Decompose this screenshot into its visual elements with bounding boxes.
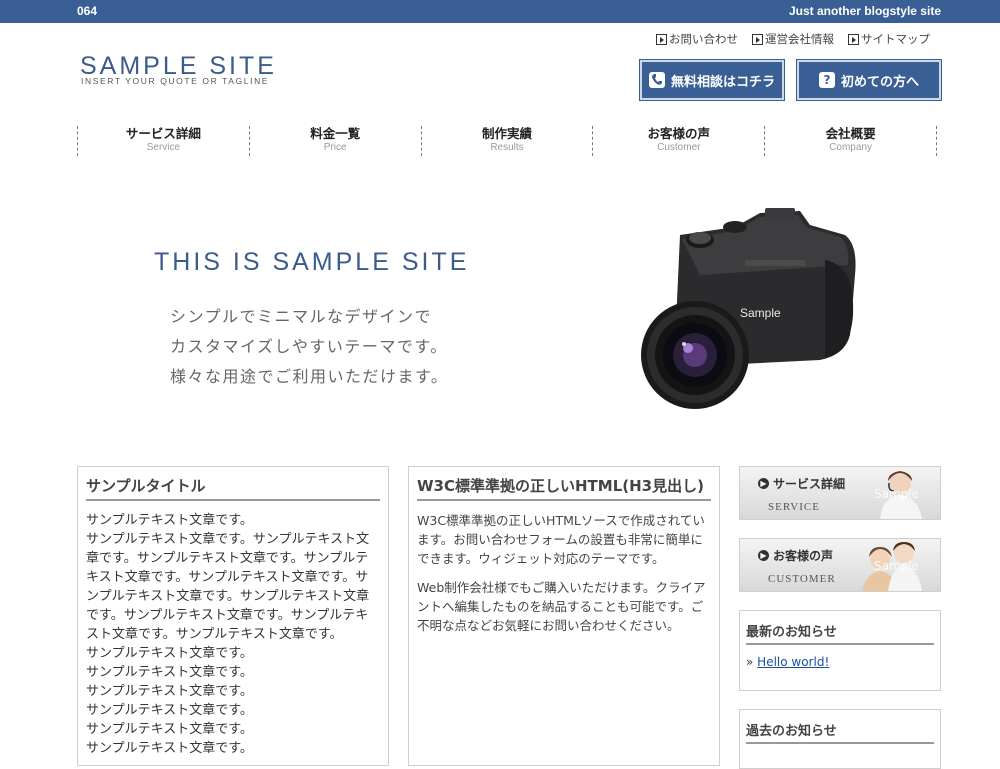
global-nav: サービス詳細 Service 料金一覧 Price 制作実績 Results お… (77, 126, 937, 156)
sample-line: サンプルテキスト文章です。 (86, 665, 253, 680)
w3c-paragraph-2: Web制作会社様でもご購入いただけます。クライアントへ編集したものを納品すること… (417, 580, 706, 633)
camera-image: Sample (641, 208, 856, 409)
camera-watermark: Sample (740, 306, 781, 320)
phone-icon (648, 72, 665, 88)
nav-item-label: 会社概要 (825, 126, 876, 141)
nav-item-price[interactable]: 料金一覧 Price (248, 126, 421, 156)
past-news-box: 過去のお知らせ (739, 709, 941, 769)
sample-line: サンプルテキスト文章です。 (86, 684, 253, 699)
nav-item-label: 料金一覧 (310, 126, 361, 141)
sample-title: サンプルタイトル (86, 475, 380, 501)
first-time-label: 初めての方へ (840, 74, 919, 90)
sample-line: サンプルテキスト文章です。 (86, 722, 253, 737)
contact-link-label: お問い合わせ (669, 32, 738, 46)
sample-line: キスト文章です。サンプルテキスト文章です。サ (86, 570, 369, 585)
service-banner-title: ▶ サービス詳細 (758, 475, 845, 492)
nav-item-label: サービス詳細 (125, 126, 201, 141)
sample-line: サンプルテキスト文章です。 (86, 513, 253, 528)
first-time-button[interactable]: ? 初めての方へ (796, 59, 942, 101)
nav-item-company[interactable]: 会社概要 Company (764, 126, 937, 156)
header-links: お問い合わせ 運営会社情報 サイトマップ (656, 31, 930, 47)
site-logo-tagline: INSERT YOUR QUOTE OR TAGLINE (81, 76, 270, 86)
hero-title: THIS IS SAMPLE SITE (154, 248, 470, 276)
nav-item-sublabel: Results (490, 142, 524, 153)
sample-line: ンプルテキスト文章です。サンプルテキスト文章 (86, 589, 370, 604)
arrow-right-circle-icon: ▶ (758, 550, 769, 561)
sample-body: サンプルテキスト文章です。 サンプルテキスト文章です。サンプルテキスト文 章です… (86, 511, 380, 758)
nav-item-results[interactable]: 制作実績 Results (420, 126, 593, 156)
site-tagline: Just another blogstyle site (788, 4, 941, 18)
nav-item-sublabel: Company (829, 142, 872, 153)
customer-banner-sub: CUSTOMER (768, 573, 836, 585)
w3c-paragraph-1: W3C標準準拠の正しいHTMLソースで作成されています。お問い合わせフォームの設… (417, 513, 705, 566)
hero-text: シンプルでミニマルなデザインで カスタマイズしやすいテーマです。 様々な用途でご… (170, 302, 448, 392)
service-banner-sub: SERVICE (768, 501, 820, 513)
hero-line: 様々な用途でご利用いただけます。 (170, 367, 449, 386)
nav-item-customer[interactable]: お客様の声 Customer (592, 126, 764, 156)
service-banner-label: サービス詳細 (773, 477, 846, 491)
chevron-right-icon: » (746, 655, 754, 669)
nav-item-service[interactable]: サービス詳細 Service (77, 126, 249, 156)
nav-item-label: 制作実績 (481, 126, 532, 141)
arrow-right-circle-icon: ▶ (758, 478, 769, 489)
question-icon: ? (818, 72, 835, 88)
news-item: » Hello world! (746, 655, 934, 669)
news-link[interactable]: Hello world! (757, 655, 829, 669)
latest-news-box: 最新のお知らせ » Hello world! (739, 610, 941, 691)
past-news-title: 過去のお知らせ (746, 720, 934, 744)
top-bar: 064 Just another blogstyle site (0, 0, 1000, 23)
w3c-content-box: W3C標準準拠の正しいHTML(H3見出し) W3C標準準拠の正しいHTMLソー… (408, 466, 720, 766)
sample-line: サンプルテキスト文章です。 (86, 646, 253, 661)
service-banner[interactable]: ▶ サービス詳細 SERVICE Sample (739, 466, 941, 520)
customer-banner-title: ▶ お客様の声 (758, 547, 833, 564)
contact-link[interactable]: お問い合わせ (656, 31, 738, 47)
sample-line: サンプルテキスト文章です。サンプルテキスト文 (86, 532, 370, 547)
sample-line: です。サンプルテキスト文章です。サンプルテキ (86, 608, 369, 623)
free-consult-button[interactable]: 無料相談はコチラ (639, 59, 785, 101)
free-consult-label: 無料相談はコチラ (670, 74, 775, 90)
latest-news-title: 最新のお知らせ (746, 621, 934, 645)
sample-content-box: サンプルタイトル サンプルテキスト文章です。 サンプルテキスト文章です。サンプル… (77, 466, 389, 766)
hero-line: シンプルでミニマルなデザインで (170, 307, 433, 326)
customer-banner[interactable]: ▶ お客様の声 CUSTOMER Sample (739, 538, 941, 592)
sample-line: サンプルテキスト文章です。 (86, 703, 253, 718)
play-square-icon (656, 33, 667, 45)
customer-banner-watermark: Sample (874, 559, 919, 573)
hero-line: カスタマイズしやすいテーマです。 (170, 337, 448, 356)
w3c-body: W3C標準準拠の正しいHTMLソースで作成されています。お問い合わせフォームの設… (417, 511, 711, 635)
service-banner-watermark: Sample (874, 487, 919, 501)
w3c-title: W3C標準準拠の正しいHTML(H3見出し) (417, 475, 711, 501)
sample-line: サンプルテキスト文章です。 (86, 741, 253, 756)
nav-item-sublabel: Customer (657, 142, 701, 153)
play-square-icon (752, 33, 763, 45)
customer-banner-label: お客様の声 (773, 549, 834, 563)
play-square-icon (848, 33, 859, 45)
sample-line: 章です。サンプルテキスト文章です。サンプルテ (86, 551, 369, 566)
company-info-link-label: 運営会社情報 (765, 32, 834, 46)
sitemap-link[interactable]: サイトマップ (848, 31, 930, 47)
sample-line: スト文章です。サンプルテキスト文章です。 (86, 627, 343, 642)
nav-item-label: お客様の声 (647, 126, 711, 141)
nav-item-sublabel: Service (146, 142, 181, 153)
site-number: 064 (77, 4, 98, 18)
nav-item-sublabel: Price (323, 142, 347, 153)
company-info-link[interactable]: 運営会社情報 (752, 31, 834, 47)
sitemap-link-label: サイトマップ (861, 32, 930, 46)
